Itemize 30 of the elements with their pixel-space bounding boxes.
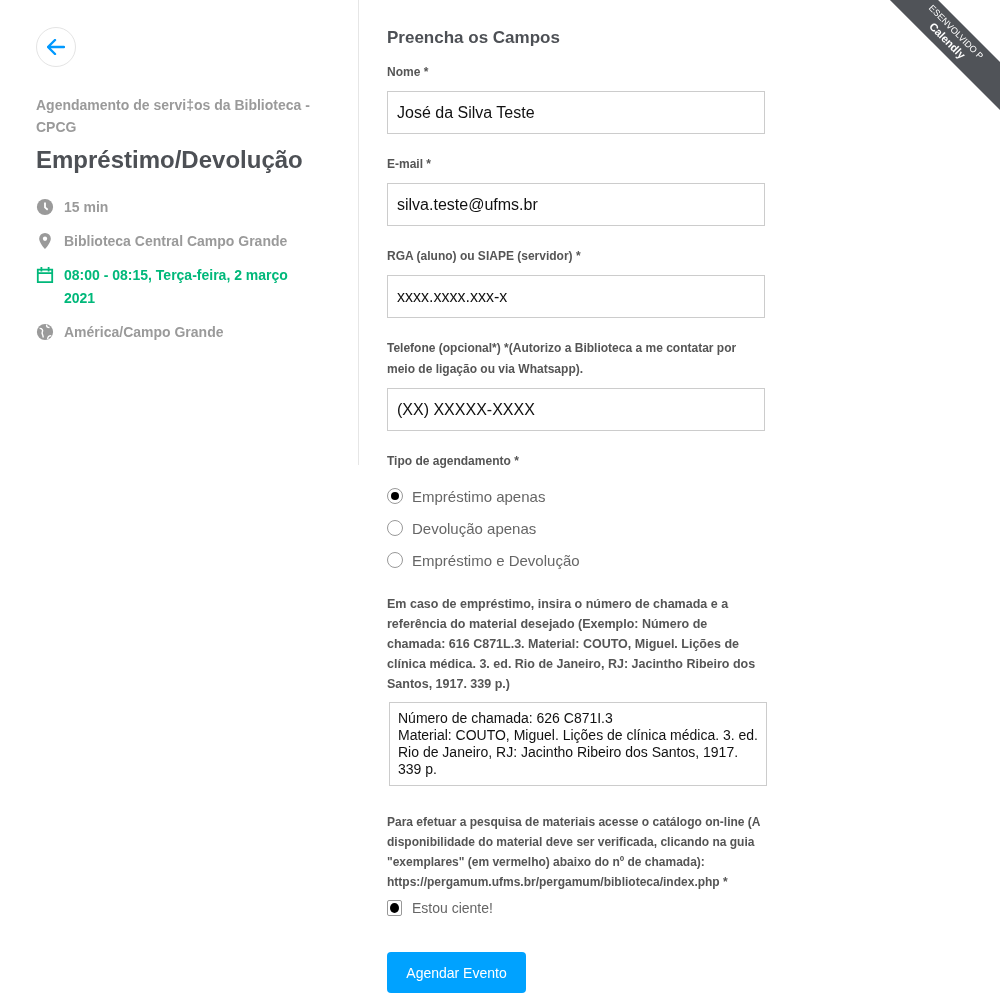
checkbox[interactable] <box>387 900 402 916</box>
radio-label[interactable]: Empréstimo apenas <box>412 487 546 505</box>
globe-icon <box>36 323 54 341</box>
calendar-icon <box>36 266 54 284</box>
event-detail: América/Campo Grande <box>64 323 224 342</box>
event-detail: Biblioteca Central Campo Grande <box>64 232 288 251</box>
field-label: Tipo de agendamento * <box>387 453 520 470</box>
field-label: Em caso de empréstimo, insira o número de chamada e a referência do material desejado (Exemplo: Número de chamada: 616 C871L.3. Material: COUTO, Miguel. Lições de clínica médica. 3. ed. Rio de Janeiro, RJ: Jacintho Ribeiro dos Santos, 1917. 339 p.) <box>387 596 757 693</box>
field-label: Nome * <box>387 64 430 81</box>
event-title: Empréstimo/Devolução <box>36 146 304 174</box>
text-area[interactable]: Número de chamada: 626 C871I.3 Material: COUTO, Miguel. Lições de clínica médica. 3. ed. Rio de Janeiro, RJ: Jacintho Ribeiro dos Santos, 1917. 339 p. <box>389 702 767 786</box>
back-button[interactable] <box>36 27 76 67</box>
clock-icon <box>36 198 54 216</box>
radio-label[interactable]: Devolução apenas <box>412 519 537 537</box>
event-detail: 15 min <box>64 198 109 217</box>
field-label: RGA (aluno) ou SIAPE (servidor) * <box>387 248 582 265</box>
organizer-name: Agendamento de servi‡os da Biblioteca - CPCG <box>36 96 311 137</box>
input-field[interactable]: silva.teste@ufms.br <box>387 183 765 226</box>
field-label: Telefone (opcional*) *(Autorizo a Biblioteca a me contatar por meio de ligação ou via Whatsapp). <box>387 340 738 378</box>
checkbox-label[interactable]: Estou ciente! <box>412 900 493 916</box>
location-pin-icon <box>36 232 54 250</box>
radio-label[interactable]: Empréstimo e Devolução <box>412 551 580 569</box>
field-label: Para efetuar a pesquisa de materiais acesse o catálogo on-line (A disponibilidade do material deve ser verificada, clicando na guia "exemplares" (em vermelho) abaixo do nº de chamada): https://pergamum.ufms.br/pergamum/biblioteca/index.php * <box>387 814 762 891</box>
back-arrow-icon <box>47 39 65 55</box>
event-detail: 08:00 - 08:15, Terça-feira, 2 março 2021 <box>64 266 289 308</box>
input-field[interactable]: José da Silva Teste <box>387 91 765 134</box>
input-field[interactable]: xxxx.xxxx.xxx-x <box>387 275 765 318</box>
input-field[interactable]: (XX) XXXXX-XXXX <box>387 388 765 431</box>
form-heading: Preencha os Campos <box>387 28 561 48</box>
field-label: E-mail * <box>387 156 432 173</box>
